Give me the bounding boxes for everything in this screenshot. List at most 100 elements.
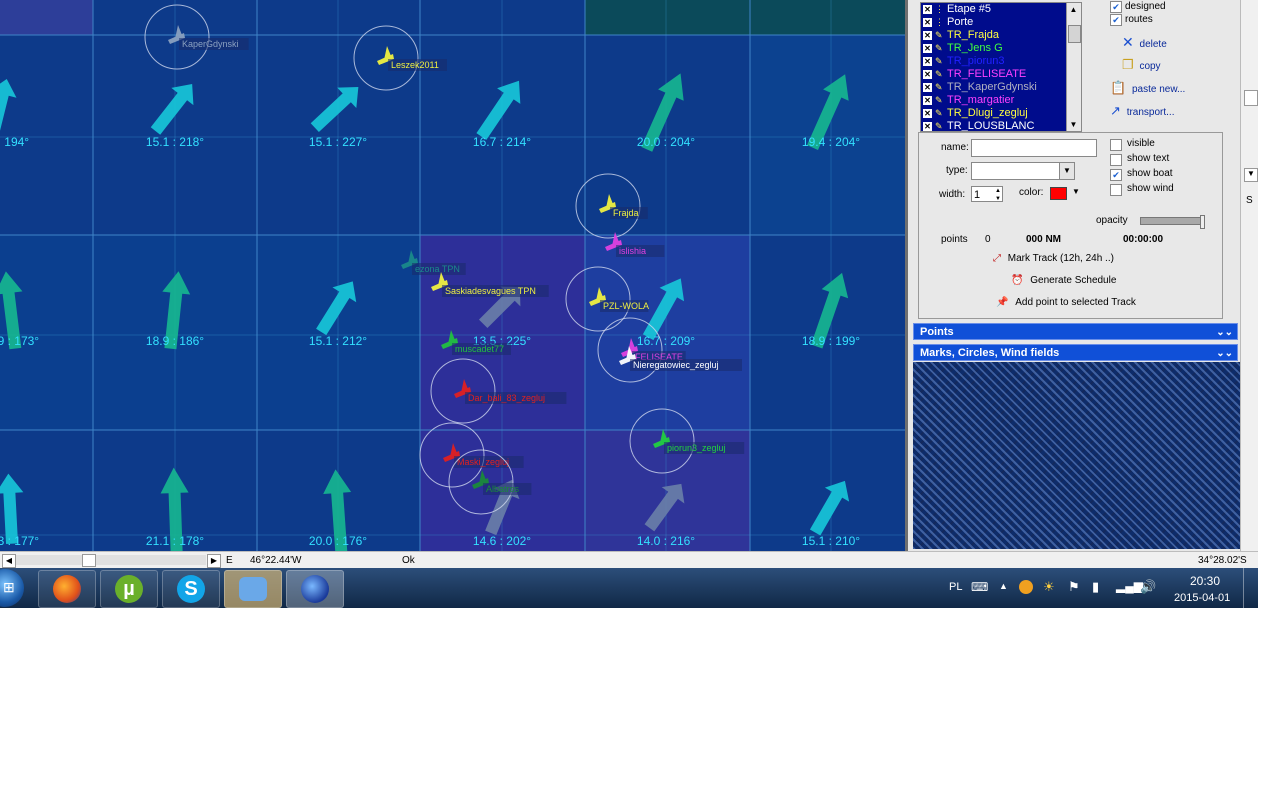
width-label: width: — [939, 189, 966, 200]
scroll-right-icon[interactable]: ▶ — [207, 554, 221, 568]
taskbar-skype[interactable]: S — [162, 570, 220, 608]
track-list-item[interactable]: ✕ ✎ TR_Frajda — [921, 29, 1081, 42]
track-name: TR_margatier — [947, 94, 1015, 106]
paste-new-button[interactable]: 📋 paste new... — [1110, 80, 1185, 96]
remove-track-icon[interactable]: ✕ — [923, 31, 932, 40]
scroll-down-icon[interactable]: ▼ — [1244, 168, 1258, 182]
remove-track-icon[interactable]: ✕ — [923, 57, 932, 66]
time-value: 00:00:00 — [1123, 234, 1164, 245]
track-list-item[interactable]: ✕ ✎ TR_KaperGdynski — [921, 81, 1081, 94]
type-select[interactable]: ▼ — [971, 162, 1075, 180]
wind-label: 17.3 : 177° — [0, 534, 39, 548]
type-label: type: — [946, 165, 968, 176]
scroll-up-icon[interactable]: ▲ — [1069, 5, 1078, 14]
scroll-left-icon[interactable]: ◀ — [2, 554, 16, 568]
track-list-item[interactable]: ✕ ✎ TR_margatier — [921, 94, 1081, 107]
pencil-icon: ✎ — [935, 56, 943, 66]
remove-track-icon[interactable]: ✕ — [923, 83, 932, 92]
action-center-flag-icon[interactable]: ⚑ — [1068, 579, 1080, 595]
color-dropdown-icon[interactable]: ▼ — [1072, 187, 1080, 196]
boat-name-label: PZL-WOLA — [603, 301, 649, 311]
track-list-item[interactable]: ✕ ✎ TR_Jens G — [921, 42, 1081, 55]
language-indicator[interactable]: PL — [949, 581, 962, 593]
delete-button[interactable]: ✕ delete — [1122, 34, 1167, 51]
network-signal-icon[interactable]: ▂▄▆ — [1116, 579, 1143, 593]
expand-chevron-icon[interactable]: ⌄⌄ — [1216, 345, 1233, 362]
add-point-button[interactable]: 📌 Add point to selected Track — [996, 297, 1136, 308]
show-boat-checkbox[interactable]: ✔ — [1110, 169, 1122, 181]
boat-marker[interactable]: Frajda — [575, 173, 648, 239]
track-list-item[interactable]: ✕ ⋮ Porte — [921, 16, 1081, 29]
track-list[interactable]: ✕ ⋮ Etape #5 ✕ ⋮ Porte ✕ ✎ TR_Frajda ✕ ✎ TR_Jens G ✕… — [920, 2, 1082, 132]
mark-track-button[interactable]: ⤢ Mark Track (12h, 24h ..) — [993, 253, 1114, 264]
taskbar-utorrent[interactable]: µ — [100, 570, 158, 608]
track-list-item[interactable]: ✕ ⋮ Etape #5 — [921, 3, 1081, 16]
show-text-checkbox[interactable] — [1110, 154, 1122, 166]
remove-track-icon[interactable]: ✕ — [923, 44, 932, 53]
remove-track-icon[interactable]: ✕ — [923, 5, 932, 14]
map-region — [585, 0, 905, 35]
generate-schedule-button[interactable]: ⏰ Generate Schedule — [1011, 275, 1116, 286]
opacity-slider[interactable] — [1140, 215, 1205, 229]
visible-checkbox[interactable] — [1110, 139, 1122, 151]
scroll-thumb[interactable] — [1068, 25, 1081, 43]
show-wind-checkbox[interactable] — [1110, 184, 1122, 196]
power-icon[interactable]: ▮ — [1092, 579, 1099, 595]
boat-marker[interactable]: Leszek2011 — [353, 25, 447, 91]
track-list-item[interactable]: ✕ ✎ TR_LOUSBLANC — [921, 120, 1081, 131]
remove-track-icon[interactable]: ✕ — [923, 109, 932, 118]
taskbar-globe-app[interactable] — [286, 570, 344, 608]
track-list-item[interactable]: ✕ ✎ TR_piorun3 — [921, 55, 1081, 68]
stepper-arrows-icon[interactable]: ▲ ▼ — [995, 187, 1001, 203]
map-canvas[interactable]: 15.1 : 194° 15.1 : 218° 15.1 : 227° 16.7 : … — [0, 0, 905, 551]
scroll-down-icon[interactable]: ▼ — [1069, 120, 1078, 129]
points-section-header[interactable]: Points ⌄⌄ — [913, 323, 1238, 340]
map-view[interactable]: 15.1 : 194° 15.1 : 218° 15.1 : 227° 16.7 : … — [0, 0, 905, 551]
volume-icon[interactable]: 🔊 — [1140, 579, 1156, 595]
taskbar-firefox[interactable] — [38, 570, 96, 608]
weather-icon[interactable]: ☀ — [1043, 579, 1055, 595]
remove-track-icon[interactable]: ✕ — [923, 122, 932, 131]
expand-chevron-icon[interactable]: ⌄⌄ — [1216, 324, 1233, 341]
scroll-thumb[interactable] — [1244, 90, 1258, 106]
keyboard-icon[interactable]: ⌨ — [971, 580, 988, 594]
name-input[interactable] — [971, 139, 1097, 157]
chevron-down-icon[interactable]: ▼ — [1059, 163, 1074, 179]
globe-icon — [301, 575, 329, 603]
remove-track-icon[interactable]: ✕ — [923, 18, 932, 27]
map-region — [585, 235, 750, 430]
remove-track-icon[interactable]: ✕ — [923, 96, 932, 105]
latitude-readout: 34°28.02'S — [1198, 555, 1247, 566]
designed-checkbox[interactable]: ✔ — [1110, 1, 1122, 13]
tray-app-icon[interactable] — [1019, 580, 1033, 594]
taskbar-chat-app[interactable] — [224, 570, 282, 608]
horizontal-scrollbar[interactable] — [16, 554, 206, 567]
wind-label: 18.9 : 199° — [802, 334, 860, 348]
scroll-thumb[interactable] — [82, 554, 96, 567]
routes-checkbox[interactable]: ✔ — [1110, 14, 1122, 26]
clock-date[interactable]: 2015-04-01 — [1174, 592, 1230, 604]
boat-marker[interactable]: KaperGdynski — [144, 4, 249, 70]
track-list-item[interactable]: ✕ ✎ TR_FELISEATE — [921, 68, 1081, 81]
opacity-slider-handle[interactable] — [1200, 215, 1205, 229]
clock-time[interactable]: 20:30 — [1190, 574, 1220, 588]
right-scrollbar[interactable]: ▼ S — [1240, 0, 1259, 551]
track-list-item[interactable]: ✕ ✎ TR_Dlugi_zegluj — [921, 107, 1081, 120]
boat-name-label: piorun3_zegluj — [667, 443, 726, 453]
points-label: points — [941, 234, 968, 245]
remove-track-icon[interactable]: ✕ — [923, 70, 932, 79]
wind-label: 14.0 : 216° — [637, 534, 695, 548]
copy-button[interactable]: ❐ copy — [1122, 57, 1161, 73]
boat-name-label: Frajda — [613, 208, 639, 218]
track-list-scrollbar[interactable]: ▲ ▼ — [1066, 3, 1081, 131]
color-swatch[interactable] — [1050, 187, 1067, 200]
start-button[interactable]: ⊞ — [0, 569, 24, 607]
boat-name-label: islishia — [619, 246, 646, 256]
show-desktop-button[interactable] — [1243, 568, 1259, 608]
side-letter: S — [1246, 195, 1253, 206]
show-hidden-icons-icon[interactable]: ▲ — [999, 581, 1008, 591]
transport-button[interactable]: ↗ transport... — [1110, 103, 1175, 119]
pencil-icon: ✎ — [935, 108, 943, 118]
width-stepper[interactable]: 1 ▲ ▼ — [971, 186, 1003, 202]
marks-section-header[interactable]: Marks, Circles, Wind fields ⌄⌄ — [913, 344, 1238, 361]
